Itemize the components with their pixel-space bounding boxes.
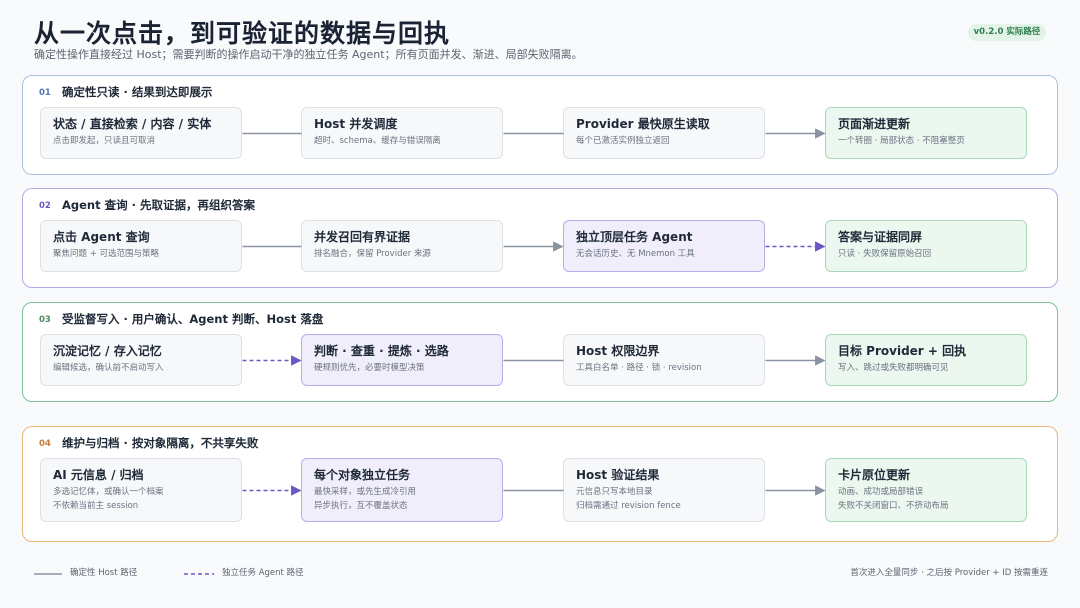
section-number: 03 <box>39 315 51 325</box>
section-number: 02 <box>39 201 51 211</box>
step-desc: 聚焦问题 + 可选范围与策略 <box>53 249 160 259</box>
page-subtitle: 确定性操作直接经过 Host；需要判断的操作启动干净的独立任务 Agent；所有… <box>34 48 583 61</box>
step-desc: 超时、schema、缓存与错误隔离 <box>314 136 441 146</box>
step-box-host: Host 权限边界 工具白名单 · 路径 · 锁 · revision <box>563 334 765 386</box>
section-maintenance-archive: 04 维护与归档 · 按对象隔离，不共享失败 AI 元信息 / 归档 多选记忆体… <box>22 426 1058 542</box>
step-desc: 硬规则优先，必要时模型决策 <box>314 363 425 373</box>
step-title: 独立顶层任务 Agent <box>576 230 693 244</box>
section-title: 受监督写入 · 用户确认、Agent 判断、Host 落盘 <box>62 312 324 326</box>
step-title: 每个对象独立任务 <box>314 468 411 482</box>
step-desc: 一个转圈 · 局部状态 · 不阻塞整页 <box>838 136 965 146</box>
version-badge: v0.2.0 实际路径 <box>968 24 1046 41</box>
step-box-result: 目标 Provider + 回执 写入、跳过或失败都明确可见 <box>825 334 1027 386</box>
step-box-provider: Provider 最快原生读取 每个已激活实例独立返回 <box>563 107 765 159</box>
legend-agent-path: 独立任务 Agent 路径 <box>222 568 304 578</box>
step-desc: 排名融合，保留 Provider 来源 <box>314 249 431 259</box>
section-number: 04 <box>39 439 51 449</box>
step-title: 目标 Provider + 回执 <box>838 344 967 358</box>
step-desc: 工具白名单 · 路径 · 锁 · revision <box>576 363 702 373</box>
step-title: 状态 / 直接检索 / 内容 / 实体 <box>53 117 212 131</box>
step-box-agent: 判断 · 查重 · 提炼 · 选路 硬规则优先，必要时模型决策 <box>301 334 503 386</box>
step-title: 并发召回有界证据 <box>314 230 411 244</box>
step-desc-secondary: 归档需通过 revision fence <box>576 501 681 511</box>
step-desc: 每个已激活实例独立返回 <box>576 136 670 146</box>
step-desc-secondary: 失败不关闭窗口、不挤动布局 <box>838 501 949 511</box>
step-box-result: 页面渐进更新 一个转圈 · 局部状态 · 不阻塞整页 <box>825 107 1027 159</box>
step-title: 卡片原位更新 <box>838 468 911 482</box>
step-box-trigger: AI 元信息 / 归档 多选记忆体，或确认一个档案 不依赖当前主 session <box>40 458 242 522</box>
step-box-trigger: 点击 Agent 查询 聚焦问题 + 可选范围与策略 <box>40 220 242 272</box>
step-desc: 只读 · 失败保留原始召回 <box>838 249 932 259</box>
step-desc: 编辑候选，确认前不启动写入 <box>53 363 164 373</box>
step-desc-secondary: 异步执行，互不覆盖状态 <box>314 501 408 511</box>
step-box-host: 并发召回有界证据 排名融合，保留 Provider 来源 <box>301 220 503 272</box>
step-desc: 元信息只写本地目录 <box>576 487 653 497</box>
section-supervised-write: 03 受监督写入 · 用户确认、Agent 判断、Host 落盘 沉淀记忆 / … <box>22 302 1058 402</box>
step-title: Provider 最快原生读取 <box>576 117 710 131</box>
step-box-result: 卡片原位更新 动画、成功或局部错误 失败不关闭窗口、不挤动布局 <box>825 458 1027 522</box>
section-title: 维护与归档 · 按对象隔离，不共享失败 <box>62 436 259 450</box>
step-box-agent: 独立顶层任务 Agent 无会话历史、无 Mnemon 工具 <box>563 220 765 272</box>
legend-host-path: 确定性 Host 路径 <box>70 568 138 578</box>
section-title: Agent 查询 · 先取证据，再组织答案 <box>62 198 255 212</box>
step-title: 沉淀记忆 / 存入记忆 <box>53 344 162 358</box>
step-desc: 无会话历史、无 Mnemon 工具 <box>576 249 695 259</box>
step-title: Host 验证结果 <box>576 468 660 482</box>
step-box-trigger: 沉淀记忆 / 存入记忆 编辑候选，确认前不启动写入 <box>40 334 242 386</box>
step-box-host: Host 并发调度 超时、schema、缓存与错误隔离 <box>301 107 503 159</box>
step-desc: 多选记忆体，或确认一个档案 <box>53 487 164 497</box>
step-desc: 写入、跳过或失败都明确可见 <box>838 363 949 373</box>
page-title: 从一次点击，到可验证的数据与回执 <box>34 19 451 48</box>
step-title: Host 并发调度 <box>314 117 398 131</box>
section-title: 确定性只读 · 结果到达即展示 <box>62 85 213 99</box>
step-title: AI 元信息 / 归档 <box>53 468 144 482</box>
step-desc: 最快采样，或先生成冷引用 <box>314 487 417 497</box>
section-number: 01 <box>39 88 51 98</box>
step-desc: 点击即发起，只读且可取消 <box>53 136 156 146</box>
step-box-agent: 每个对象独立任务 最快采样，或先生成冷引用 异步执行，互不覆盖状态 <box>301 458 503 522</box>
step-title: 答案与证据同屏 <box>838 230 923 244</box>
step-box-host: Host 验证结果 元信息只写本地目录 归档需通过 revision fence <box>563 458 765 522</box>
footer-note: 首次进入全量同步 · 之后按 Provider + ID 按需重连 <box>850 568 1048 578</box>
section-deterministic-read: 01 确定性只读 · 结果到达即展示 状态 / 直接检索 / 内容 / 实体 点… <box>22 75 1058 175</box>
step-box-trigger: 状态 / 直接检索 / 内容 / 实体 点击即发起，只读且可取消 <box>40 107 242 159</box>
step-box-result: 答案与证据同屏 只读 · 失败保留原始召回 <box>825 220 1027 272</box>
step-desc: 动画、成功或局部错误 <box>838 487 924 497</box>
step-title: 点击 Agent 查询 <box>53 230 150 244</box>
step-title: Host 权限边界 <box>576 344 660 358</box>
section-agent-query: 02 Agent 查询 · 先取证据，再组织答案 点击 Agent 查询 聚焦问… <box>22 188 1058 288</box>
step-title: 页面渐进更新 <box>838 117 911 131</box>
step-desc-secondary: 不依赖当前主 session <box>53 501 139 511</box>
diagram-page: 从一次点击，到可验证的数据与回执 确定性操作直接经过 Host；需要判断的操作启… <box>0 0 1080 608</box>
step-title: 判断 · 查重 · 提炼 · 选路 <box>314 344 449 358</box>
